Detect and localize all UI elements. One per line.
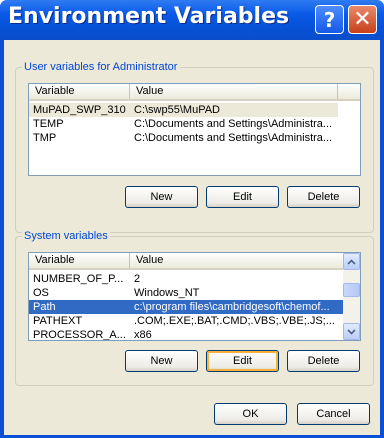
variable-value: c:\program files\cambridgesoft\chemof... bbox=[134, 301, 330, 313]
scroll-down-button[interactable] bbox=[343, 323, 360, 340]
cancel-button[interactable]: Cancel bbox=[297, 403, 370, 425]
column-header-value[interactable]: Value bbox=[130, 84, 338, 99]
chevron-up-icon bbox=[347, 258, 356, 265]
variable-value: C:\Documents and Settings\Administra... bbox=[134, 132, 333, 144]
user-variable-row[interactable]: TMP C:\Documents and Settings\Administra… bbox=[29, 131, 338, 145]
column-header-variable[interactable]: Variable bbox=[29, 253, 130, 268]
system-variables-label: System variables bbox=[22, 230, 110, 242]
variable-value: C:\swp55\MuPAD bbox=[134, 104, 220, 116]
column-header-variable[interactable]: Variable bbox=[29, 84, 130, 99]
list-header: Variable Value bbox=[29, 253, 343, 270]
user-new-button[interactable]: New bbox=[125, 186, 198, 208]
system-edit-button[interactable]: Edit bbox=[206, 350, 279, 372]
ok-button[interactable]: OK bbox=[214, 403, 287, 425]
system-variables-list[interactable]: Variable Value NUMBER_OF_P... 2 OS Windo… bbox=[28, 252, 361, 341]
system-delete-button[interactable]: Delete bbox=[287, 350, 360, 372]
variable-name: PATHEXT bbox=[33, 315, 83, 327]
column-header-filler bbox=[338, 84, 360, 99]
system-new-button[interactable]: New bbox=[125, 350, 198, 372]
variable-value: x86 bbox=[134, 329, 152, 341]
variable-name: OS bbox=[33, 287, 49, 299]
chevron-down-icon bbox=[347, 328, 356, 335]
system-variable-row[interactable]: PATHEXT .COM;.EXE;.BAT;.CMD;.VBS;.VBE;.J… bbox=[29, 314, 343, 328]
title-bar[interactable]: Environment Variables ? ✕ bbox=[0, 0, 384, 40]
variable-name: TEMP bbox=[33, 118, 64, 130]
variable-value: Windows_NT bbox=[134, 287, 200, 299]
help-icon: ? bbox=[323, 7, 336, 32]
help-button[interactable]: ? bbox=[315, 5, 344, 34]
close-icon: ✕ bbox=[353, 7, 372, 32]
system-variables-group: System variables Variable Value NUMBER_O… bbox=[15, 230, 374, 386]
scroll-thumb[interactable] bbox=[343, 283, 360, 297]
system-variable-row[interactable]: PROCESSOR_A... x86 bbox=[29, 328, 343, 341]
system-variable-row[interactable]: Path c:\program files\cambridgesoft\chem… bbox=[29, 300, 343, 314]
close-button[interactable]: ✕ bbox=[348, 5, 377, 34]
variable-name: Path bbox=[33, 301, 56, 313]
window-title: Environment Variables bbox=[8, 4, 290, 29]
variable-value: C:\Documents and Settings\Administra... bbox=[134, 118, 333, 130]
user-variables-group: User variables for Administrator Variabl… bbox=[15, 61, 374, 233]
dialog-body: User variables for Administrator Variabl… bbox=[4, 40, 380, 435]
variable-name: MuPAD_SWP_310 bbox=[33, 104, 126, 116]
user-variable-row[interactable]: TEMP C:\Documents and Settings\Administr… bbox=[29, 117, 338, 131]
variable-value: 2 bbox=[134, 273, 141, 285]
user-delete-button[interactable]: Delete bbox=[287, 186, 360, 208]
variable-name: NUMBER_OF_P... bbox=[33, 273, 124, 285]
variable-value: .COM;.EXE;.BAT;.CMD;.VBS;.VBE;.JS;... bbox=[134, 315, 335, 327]
user-variable-row[interactable]: MuPAD_SWP_310 C:\swp55\MuPAD bbox=[29, 103, 338, 117]
environment-variables-dialog: Environment Variables ? ✕ User variables… bbox=[0, 0, 384, 438]
system-variable-row[interactable]: NUMBER_OF_P... 2 bbox=[29, 272, 343, 286]
user-edit-button[interactable]: Edit bbox=[206, 186, 279, 208]
list-header: Variable Value bbox=[29, 84, 360, 101]
user-variables-list[interactable]: Variable Value MuPAD_SWP_310 C:\swp55\Mu… bbox=[28, 83, 361, 176]
system-variable-row[interactable]: OS Windows_NT bbox=[29, 286, 343, 300]
user-variables-label: User variables for Administrator bbox=[22, 61, 180, 73]
column-header-value[interactable]: Value bbox=[130, 253, 345, 268]
variable-name: PROCESSOR_A... bbox=[33, 329, 126, 341]
scroll-up-button[interactable] bbox=[343, 253, 360, 270]
variable-name: TMP bbox=[33, 132, 57, 144]
vertical-scrollbar[interactable] bbox=[343, 253, 360, 340]
